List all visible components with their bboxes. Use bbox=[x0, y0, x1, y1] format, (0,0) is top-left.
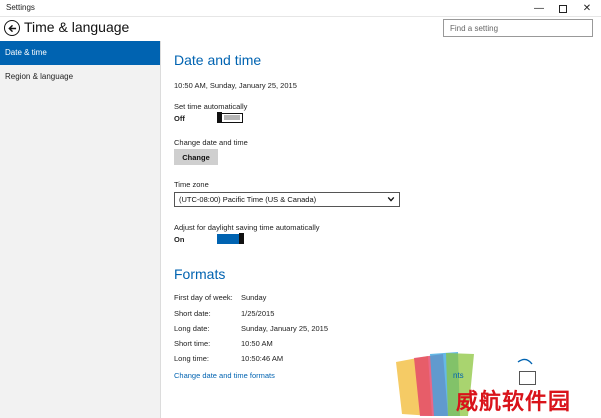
current-date-time: 10:50 AM, Sunday, January 25, 2015 bbox=[174, 81, 297, 90]
page-header: Time & language bbox=[0, 17, 601, 41]
close-icon: ✕ bbox=[582, 3, 592, 14]
maximize-icon bbox=[559, 4, 567, 13]
page-title: Time & language bbox=[24, 19, 130, 35]
format-value-short-date: 1/25/2015 bbox=[241, 309, 275, 318]
toggle-track bbox=[224, 115, 240, 120]
format-label-short-date: Short date: bbox=[174, 309, 211, 318]
watermark-text-fragment: nts bbox=[453, 371, 464, 380]
toggle-knob bbox=[239, 233, 244, 244]
change-date-time-label: Change date and time bbox=[174, 138, 248, 147]
formats-heading: Formats bbox=[174, 266, 226, 282]
format-label-long-time: Long time: bbox=[174, 354, 210, 363]
time-zone-label: Time zone bbox=[174, 180, 209, 189]
time-zone-select[interactable]: (UTC-08:00) Pacific Time (US & Canada) bbox=[174, 192, 400, 207]
close-button[interactable]: ✕ bbox=[575, 0, 599, 17]
back-arrow-icon bbox=[7, 24, 16, 32]
format-label-long-date: Long date: bbox=[174, 324, 210, 333]
sidebar-item-date-time[interactable]: Date & time bbox=[0, 41, 160, 65]
back-button[interactable] bbox=[4, 20, 20, 36]
set-time-auto-toggle[interactable] bbox=[217, 112, 243, 123]
maximize-button[interactable] bbox=[551, 0, 575, 17]
toggle-knob bbox=[217, 112, 222, 123]
change-formats-link[interactable]: Change date and time formats bbox=[174, 371, 275, 380]
window-title: Settings bbox=[6, 3, 35, 12]
sidebar-item-region-language[interactable]: Region & language bbox=[0, 65, 160, 89]
dst-state: On bbox=[174, 235, 185, 244]
minimize-icon: — bbox=[534, 3, 544, 14]
format-value-long-date: Sunday, January 25, 2015 bbox=[241, 324, 329, 333]
chevron-down-icon bbox=[387, 196, 395, 202]
watermark-select-fragment bbox=[519, 371, 536, 385]
change-button[interactable]: Change bbox=[174, 149, 218, 165]
set-time-auto-label: Set time automatically bbox=[174, 102, 248, 111]
search-input[interactable] bbox=[443, 19, 593, 37]
watermark-text: 威航软件园 bbox=[456, 390, 572, 415]
time-zone-value: (UTC-08:00) Pacific Time (US & Canada) bbox=[179, 195, 317, 204]
sidebar: Date & time Region & language bbox=[0, 41, 161, 418]
dst-toggle[interactable] bbox=[217, 233, 244, 244]
format-label-first-day: First day of week: bbox=[174, 293, 233, 302]
title-bar: Settings — ✕ bbox=[0, 0, 601, 17]
minimize-button[interactable]: — bbox=[527, 0, 551, 17]
date-time-heading: Date and time bbox=[174, 52, 262, 68]
format-value-long-time: 10:50:46 AM bbox=[241, 354, 284, 363]
dst-label: Adjust for daylight saving time automati… bbox=[174, 223, 320, 232]
format-label-short-time: Short time: bbox=[174, 339, 211, 348]
set-time-auto-state: Off bbox=[174, 114, 185, 123]
format-value-short-time: 10:50 AM bbox=[241, 339, 273, 348]
format-value-first-day: Sunday bbox=[241, 293, 267, 302]
